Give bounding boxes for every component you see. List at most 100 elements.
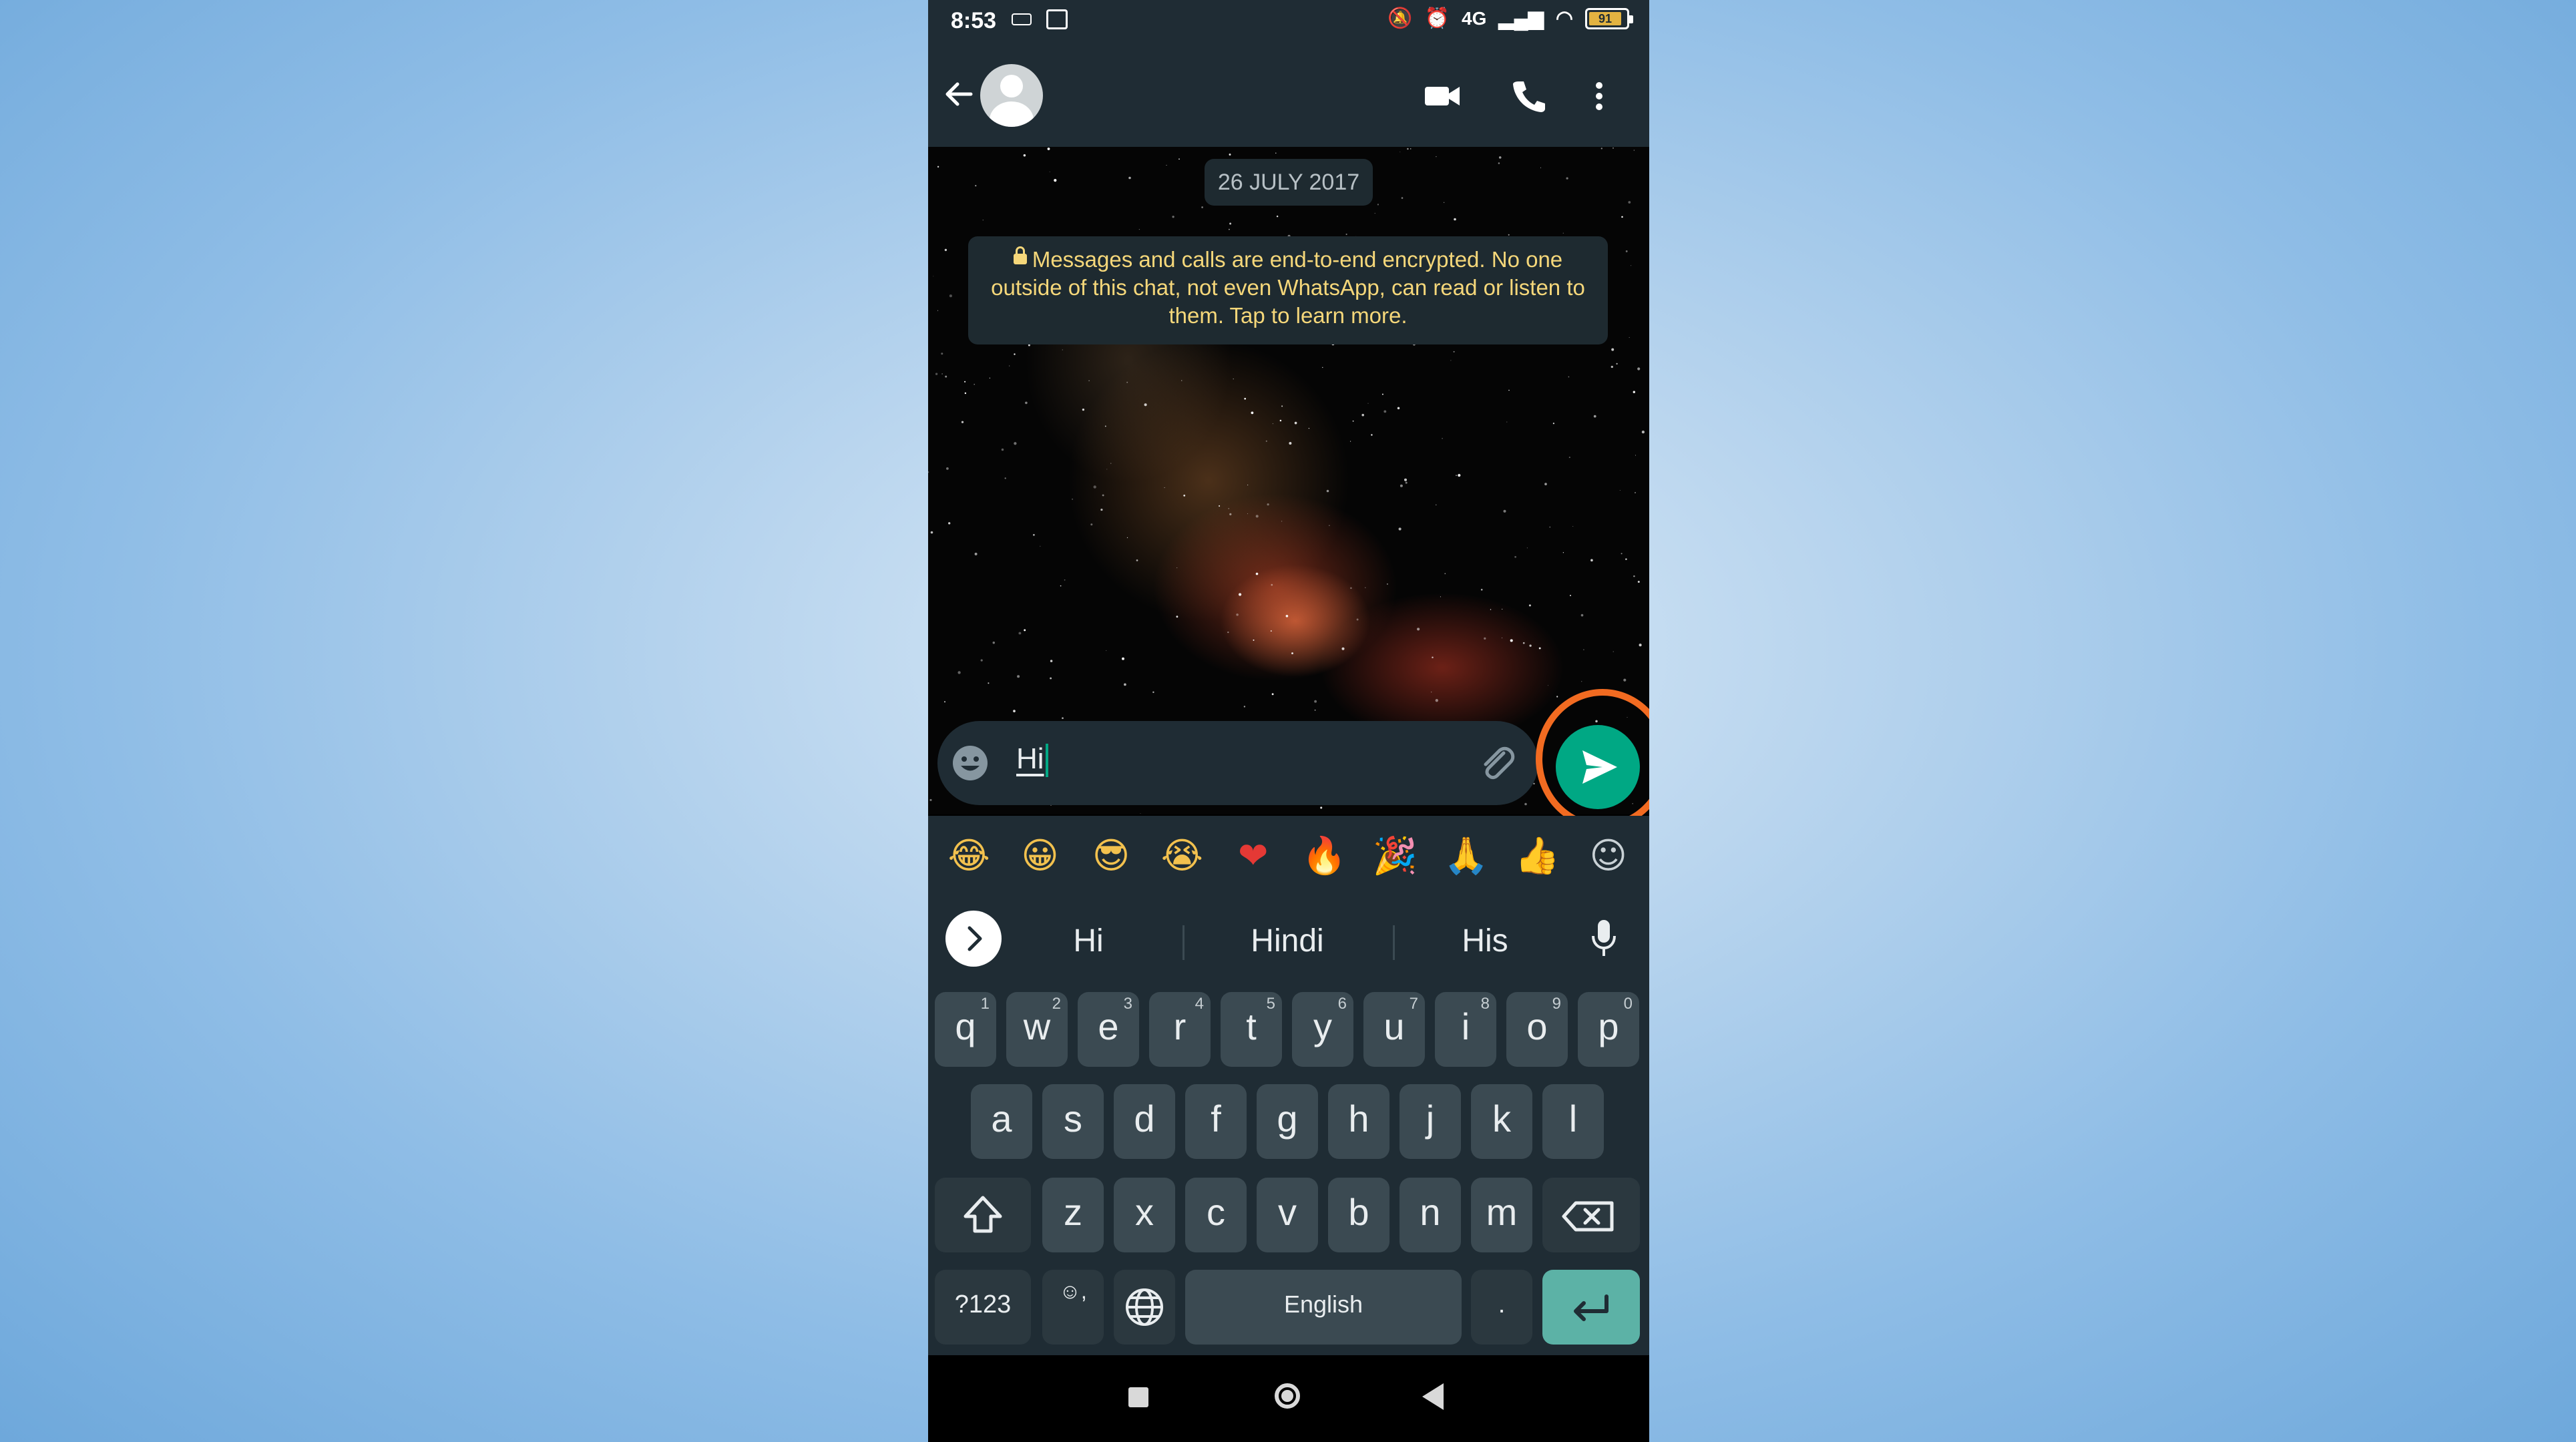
key-r[interactable]: r4 [1149, 992, 1211, 1067]
back-nav-icon[interactable] [1422, 1383, 1444, 1410]
emoji-crying-icon[interactable]: 😭 [1155, 836, 1209, 876]
star [1625, 558, 1627, 560]
key-g[interactable]: g [1257, 1084, 1318, 1159]
suggestion-2[interactable]: Hindi [1201, 923, 1374, 959]
voice-call-icon[interactable] [1509, 77, 1549, 115]
suggestion-1[interactable]: Hi [1002, 923, 1175, 959]
key-label: y [1313, 1005, 1332, 1047]
star [1566, 177, 1568, 180]
enter-key[interactable] [1542, 1270, 1640, 1345]
recents-icon[interactable] [1128, 1387, 1148, 1407]
chat-background[interactable]: 26 JULY 2017 Messages and calls are end-… [928, 147, 1649, 814]
key-a[interactable]: a [971, 1084, 1032, 1159]
period-key[interactable]: . [1471, 1270, 1532, 1345]
star [1183, 494, 1186, 497]
message-input-box[interactable]: Hi [937, 721, 1538, 805]
battery-icon: 91 [1585, 8, 1633, 29]
star [1634, 491, 1637, 494]
key-q[interactable]: q1 [935, 992, 996, 1067]
star [1435, 699, 1438, 702]
star [1013, 710, 1016, 712]
star [1381, 393, 1383, 395]
key-x[interactable]: x [1114, 1178, 1175, 1252]
key-j[interactable]: j [1400, 1084, 1461, 1159]
key-f[interactable]: f [1185, 1084, 1247, 1159]
emoji-laughing-icon[interactable]: 😂 [942, 836, 996, 876]
key-hint: 4 [1195, 995, 1204, 1013]
backspace-key[interactable] [1542, 1178, 1640, 1252]
key-label: i [1461, 1005, 1470, 1047]
star [1633, 575, 1635, 577]
more-options-icon[interactable] [1589, 77, 1609, 115]
key-v[interactable]: v [1257, 1178, 1318, 1252]
star [961, 421, 964, 423]
star [1152, 691, 1154, 694]
star [1285, 614, 1289, 618]
star [1229, 222, 1232, 225]
suggestion-3[interactable]: His [1398, 923, 1572, 959]
key-m[interactable]: m [1471, 1178, 1532, 1252]
key-d[interactable]: d [1114, 1084, 1175, 1159]
star [935, 373, 938, 375]
contact-avatar[interactable] [980, 64, 1043, 127]
emoji-icon[interactable] [951, 744, 990, 782]
key-i[interactable]: i8 [1435, 992, 1496, 1067]
key-l[interactable]: l [1542, 1084, 1604, 1159]
back-arrow-icon[interactable] [940, 74, 980, 114]
emoji-keyboard-icon[interactable]: ☺ [1582, 836, 1635, 876]
language-key[interactable] [1114, 1270, 1175, 1345]
emoji-fire-icon[interactable]: 🔥 [1297, 836, 1351, 876]
space-key[interactable]: English [1185, 1270, 1462, 1345]
emoji-party-icon[interactable]: 🎉 [1369, 836, 1422, 876]
key-y[interactable]: y6 [1292, 992, 1353, 1067]
home-icon[interactable] [1275, 1383, 1300, 1409]
message-input[interactable]: Hi [1016, 742, 1048, 778]
star [974, 383, 976, 385]
star [1124, 683, 1126, 686]
key-w[interactable]: w2 [1006, 992, 1068, 1067]
star [1350, 441, 1351, 442]
star [1400, 484, 1403, 487]
encryption-notice[interactable]: Messages and calls are end-to-end encryp… [968, 236, 1608, 344]
star [1345, 233, 1347, 236]
star [1623, 678, 1627, 682]
star [1453, 350, 1455, 352]
star [1580, 614, 1584, 617]
key-z[interactable]: z [1042, 1178, 1104, 1252]
key-b[interactable]: b [1328, 1178, 1389, 1252]
key-c[interactable]: c [1185, 1178, 1247, 1252]
star [1635, 455, 1637, 456]
emoji-comma-key[interactable]: ☺, [1042, 1270, 1104, 1345]
star [1562, 232, 1564, 234]
star [1538, 647, 1541, 650]
key-t[interactable]: t5 [1221, 992, 1282, 1067]
symbols-key[interactable]: ?123 [935, 1270, 1031, 1345]
key-k[interactable]: k [1471, 1084, 1532, 1159]
attach-icon[interactable] [1477, 744, 1517, 784]
emoji-thumbs-up-icon[interactable]: 👍 [1510, 836, 1564, 876]
toolbar-toggle-button[interactable] [945, 911, 1002, 967]
emoji-sunglasses-icon[interactable]: 😎 [1084, 836, 1138, 876]
key-hint: 8 [1480, 995, 1490, 1013]
key-label: r [1173, 1005, 1187, 1047]
emoji-heart-icon[interactable]: ❤ [1227, 836, 1280, 876]
key-h[interactable]: h [1328, 1084, 1389, 1159]
key-e[interactable]: e3 [1078, 992, 1139, 1067]
key-label: o [1526, 1005, 1548, 1047]
microphone-icon[interactable] [1589, 917, 1619, 960]
key-p[interactable]: p0 [1578, 992, 1639, 1067]
send-button[interactable] [1556, 725, 1640, 809]
key-o[interactable]: o9 [1506, 992, 1568, 1067]
video-call-icon[interactable] [1422, 77, 1462, 115]
star [1271, 583, 1273, 586]
backspace-icon [1562, 1201, 1614, 1232]
shift-key[interactable] [935, 1178, 1031, 1252]
emoji-pray-icon[interactable]: 🙏 [1440, 836, 1493, 876]
emoji-grinning-icon[interactable]: 😀 [1014, 836, 1067, 876]
star [928, 471, 929, 473]
key-s[interactable]: s [1042, 1084, 1104, 1159]
key-n[interactable]: n [1400, 1178, 1461, 1252]
key-u[interactable]: u7 [1363, 992, 1425, 1067]
star [1611, 365, 1613, 369]
star [1276, 215, 1279, 218]
